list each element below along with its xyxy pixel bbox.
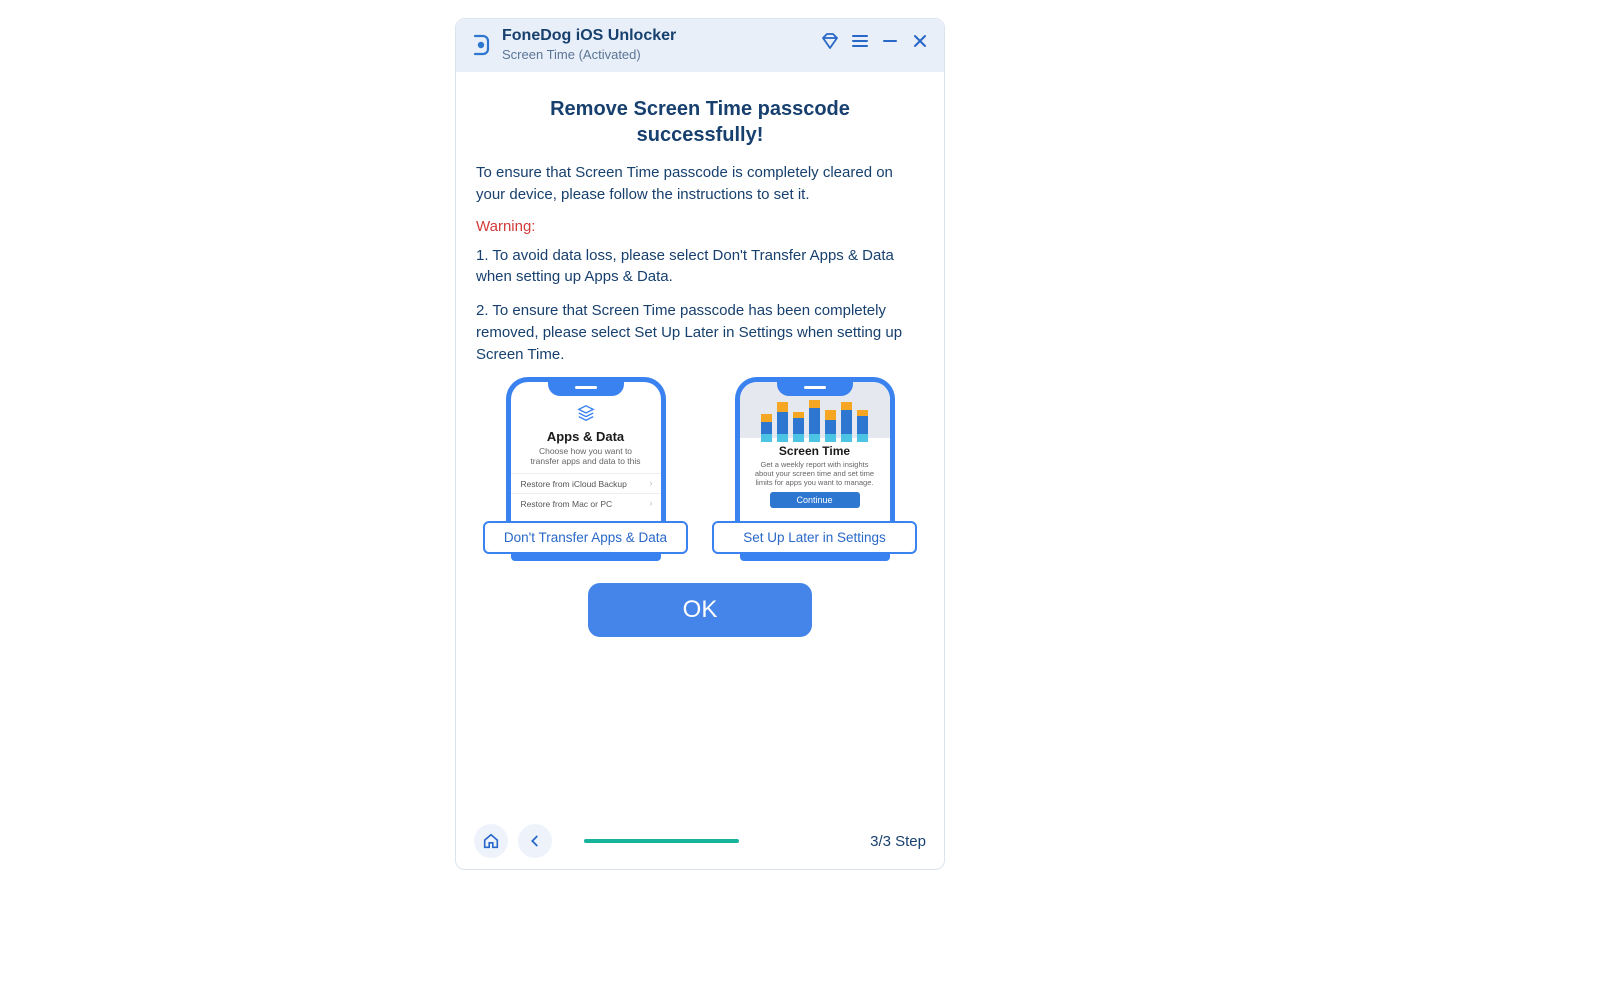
warning-1: 1. To avoid data loss, please select Don… [476, 245, 924, 289]
phone-screen-time: Screen Time Get a weekly report with ins… [712, 377, 917, 561]
chevron-right-icon: › [650, 478, 653, 488]
stack-icon [511, 404, 661, 427]
phone1-badge: Don't Transfer Apps & Data [483, 521, 688, 554]
intro-text: To ensure that Screen Time passcode is c… [476, 162, 924, 206]
phone1-subtitle: Choose how you want to transfer apps and… [511, 446, 661, 466]
close-button[interactable] [910, 31, 930, 51]
phone-notch-icon [777, 380, 853, 396]
step-label: 3/3 Step [870, 833, 926, 850]
phone1-title: Apps & Data [511, 429, 661, 444]
success-heading: Remove Screen Time passcode successfully… [476, 96, 924, 148]
app-subtitle: Screen Time (Activated) [502, 47, 820, 62]
minimize-button[interactable] [880, 31, 900, 51]
phone2-subtitle: Get a weekly report with insights about … [746, 460, 884, 487]
app-logo-icon [468, 32, 494, 58]
progress-fill [584, 839, 739, 843]
phone1-option-1: Restore from iCloud Backup› [511, 473, 661, 493]
phone-apps-data: Apps & Data Choose how you want to trans… [483, 377, 688, 561]
home-button[interactable] [474, 824, 508, 858]
app-window: FoneDog iOS Unlocker Screen Time (Activa… [455, 18, 945, 870]
footer-bar: 3/3 Step [456, 813, 944, 869]
title-bar: FoneDog iOS Unlocker Screen Time (Activa… [456, 19, 944, 72]
warning-label: Warning: [476, 218, 924, 235]
phone2-badge: Set Up Later in Settings [712, 521, 917, 554]
phone1-option-2: Restore from Mac or PC› [511, 493, 661, 513]
phone2-title: Screen Time [746, 444, 884, 458]
diamond-icon[interactable] [820, 31, 840, 51]
content-area: Remove Screen Time passcode successfully… [456, 72, 944, 813]
chevron-right-icon: › [650, 498, 653, 508]
progress-bar [584, 839, 842, 843]
phone2-continue-button: Continue [770, 492, 860, 508]
phone-notch-icon [548, 380, 624, 396]
back-button[interactable] [518, 824, 552, 858]
menu-icon[interactable] [850, 31, 870, 51]
warning-2: 2. To ensure that Screen Time passcode h… [476, 300, 924, 365]
app-title: FoneDog iOS Unlocker [502, 27, 820, 45]
ok-button[interactable]: OK [588, 583, 812, 637]
illustration-row: Apps & Data Choose how you want to trans… [476, 377, 924, 561]
